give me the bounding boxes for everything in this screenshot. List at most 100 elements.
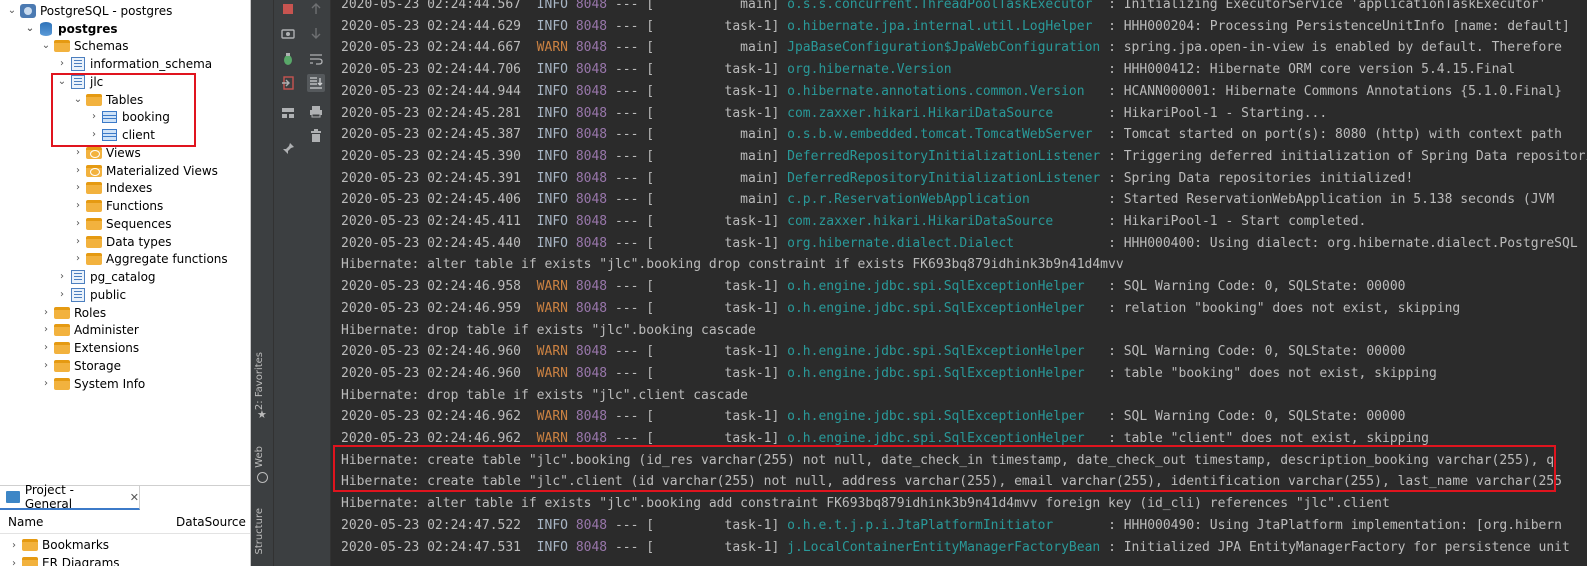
- log-timestamp: 2020-05-23 02:24:46.959: [341, 300, 522, 316]
- schema-icon: [71, 270, 85, 284]
- tree-node-schemas[interactable]: ⌄ Schemas: [40, 37, 129, 55]
- tree-node-roles[interactable]: › Roles: [40, 304, 106, 322]
- chevron-down-icon[interactable]: ⌄: [40, 37, 52, 55]
- chevron-right-icon[interactable]: ›: [72, 215, 84, 233]
- tab-project-general[interactable]: Project - General ✕: [0, 483, 140, 511]
- chevron-right-icon[interactable]: ›: [40, 304, 52, 322]
- down-arrow-button[interactable]: [307, 24, 325, 42]
- tree-node-system-info[interactable]: › System Info: [40, 375, 145, 393]
- tree-label: Administer: [74, 323, 139, 337]
- screenshot-button[interactable]: [279, 24, 297, 42]
- log-timestamp: 2020-05-23 02:24:44.944: [341, 83, 522, 99]
- log-level: INFO: [536, 0, 568, 12]
- tree-label: Storage: [74, 359, 121, 373]
- up-arrow-button[interactable]: [307, 0, 325, 18]
- web-tab[interactable]: Web: [254, 446, 265, 468]
- chevron-right-icon[interactable]: ›: [72, 162, 84, 180]
- chevron-right-icon[interactable]: ›: [72, 233, 84, 251]
- chevron-right-icon[interactable]: ›: [72, 250, 84, 268]
- console-line: 2020-05-23 02:24:44.667 WARN 8048 --- [ …: [341, 40, 1563, 56]
- tree-node-functions[interactable]: › Functions: [72, 197, 163, 215]
- log-timestamp: 2020-05-23 02:24:47.522: [341, 517, 522, 533]
- console-line: 2020-05-23 02:24:47.531 INFO 8048 --- [ …: [341, 539, 1570, 555]
- log-timestamp: 2020-05-23 02:24:44.667: [341, 40, 522, 56]
- pin-button[interactable]: [279, 140, 297, 158]
- log-logger: o.h.engine.jdbc.spi.SqlExceptionHelper: [787, 279, 1101, 295]
- log-level: INFO: [536, 105, 568, 121]
- log-timestamp: 2020-05-23 02:24:46.962: [341, 431, 522, 446]
- globe-icon[interactable]: [257, 472, 268, 483]
- tree-node-public[interactable]: › public: [56, 286, 126, 304]
- structure-tab[interactable]: Structure: [254, 508, 265, 555]
- log-level: INFO: [536, 235, 568, 251]
- tree-node-information-schema[interactable]: › information_schema: [56, 55, 212, 73]
- project-row-bookmarks[interactable]: › Bookmarks: [8, 536, 109, 554]
- trash-icon: [311, 129, 321, 142]
- tab-label: Project - General: [24, 483, 75, 511]
- chevron-right-icon[interactable]: ›: [40, 321, 52, 339]
- tree-node-administer[interactable]: › Administer: [40, 321, 139, 339]
- log-logger: com.zaxxer.hikari.HikariDataSource: [787, 105, 1101, 121]
- chevron-right-icon[interactable]: ›: [40, 375, 52, 393]
- project-icon: [6, 491, 20, 503]
- chevron-right-icon[interactable]: ›: [72, 179, 84, 197]
- chevron-right-icon[interactable]: ›: [56, 286, 68, 304]
- tree-node-aggregate-functions[interactable]: › Aggregate functions: [72, 250, 228, 268]
- log-timestamp: 2020-05-23 02:24:46.962: [341, 409, 522, 425]
- tree-node-extensions[interactable]: › Extensions: [40, 339, 139, 357]
- exit-button[interactable]: [279, 74, 297, 92]
- column-header-datasource[interactable]: DataSource: [176, 515, 246, 529]
- column-header-name[interactable]: Name: [8, 515, 43, 529]
- chevron-right-icon[interactable]: ›: [8, 536, 20, 554]
- console-line: Hibernate: drop table if exists "jlc".bo…: [341, 320, 756, 341]
- layout-button[interactable]: [279, 104, 297, 122]
- log-thread: task-1: [654, 300, 772, 316]
- project-row-er-diagrams[interactable]: › ER Diagrams: [8, 554, 120, 566]
- tree-node-sequences[interactable]: › Sequences: [72, 215, 171, 233]
- stop-button[interactable]: [279, 0, 297, 18]
- tree-node-indexes[interactable]: › Indexes: [72, 179, 152, 197]
- chevron-right-icon[interactable]: ›: [8, 554, 20, 566]
- close-icon[interactable]: ✕: [130, 491, 139, 504]
- wrap-icon: [310, 54, 323, 65]
- tree-node-connection[interactable]: ⌄ PostgreSQL - postgres: [6, 2, 172, 20]
- tree-node-database[interactable]: ⌄ postgres: [24, 20, 118, 38]
- log-logger: o.h.engine.jdbc.spi.SqlExceptionHelper: [787, 431, 1101, 446]
- log-thread: task-1: [654, 431, 772, 446]
- tree-node-storage[interactable]: › Storage: [40, 357, 121, 375]
- project-panel: Project - General ✕ Name DataSource › Bo…: [0, 483, 250, 566]
- star-icon[interactable]: ★: [257, 408, 267, 421]
- log-timestamp: 2020-05-23 02:24:46.958: [341, 279, 522, 295]
- chevron-right-icon[interactable]: ›: [40, 357, 52, 375]
- log-pid: 8048: [575, 214, 608, 229]
- console-line: 2020-05-23 02:24:47.522 INFO 8048 --- [ …: [341, 517, 1563, 533]
- debug-button[interactable]: [279, 50, 297, 68]
- soft-wrap-button[interactable]: [307, 50, 325, 68]
- tree-node-materialized-views[interactable]: › Materialized Views: [72, 162, 218, 180]
- hibernate-sql-text: Hibernate: alter table if exists "jlc".b…: [341, 257, 1124, 273]
- chevron-down-icon[interactable]: ⌄: [24, 20, 36, 38]
- exit-icon: [282, 76, 294, 90]
- tree-node-data-types[interactable]: › Data types: [72, 233, 172, 251]
- log-thread: task-1: [654, 517, 772, 533]
- folder-icon: [86, 200, 102, 212]
- clear-all-button[interactable]: [307, 127, 325, 145]
- folder-icon: [54, 342, 70, 354]
- console-line: 2020-05-23 02:24:44.567 INFO 8048 --- [ …: [341, 0, 1546, 15]
- print-button[interactable]: [307, 102, 325, 120]
- log-message: : Triggering deferred initialization of …: [1108, 148, 1587, 164]
- chevron-right-icon[interactable]: ›: [40, 339, 52, 357]
- layout-icon: [282, 108, 294, 118]
- log-message: : Initialized JPA EntityManagerFactory f…: [1108, 539, 1570, 555]
- console-output[interactable]: 2020-05-23 02:24:44.567 INFO 8048 --- [ …: [330, 0, 1587, 566]
- scroll-to-end-button[interactable]: [307, 74, 325, 92]
- hibernate-sql-text: Hibernate: alter table if exists "jlc".b…: [341, 496, 1390, 512]
- chevron-right-icon[interactable]: ›: [72, 197, 84, 215]
- tree-label: Extensions: [74, 341, 140, 355]
- tree-node-pg-catalog[interactable]: › pg_catalog: [56, 268, 156, 286]
- chevron-right-icon[interactable]: ›: [56, 268, 68, 286]
- favorites-tab[interactable]: 2: Favorites: [254, 352, 265, 410]
- chevron-down-icon[interactable]: ⌄: [6, 2, 18, 20]
- chevron-right-icon[interactable]: ›: [56, 55, 68, 73]
- log-message: : Initializing ExecutorService 'applicat…: [1108, 0, 1547, 12]
